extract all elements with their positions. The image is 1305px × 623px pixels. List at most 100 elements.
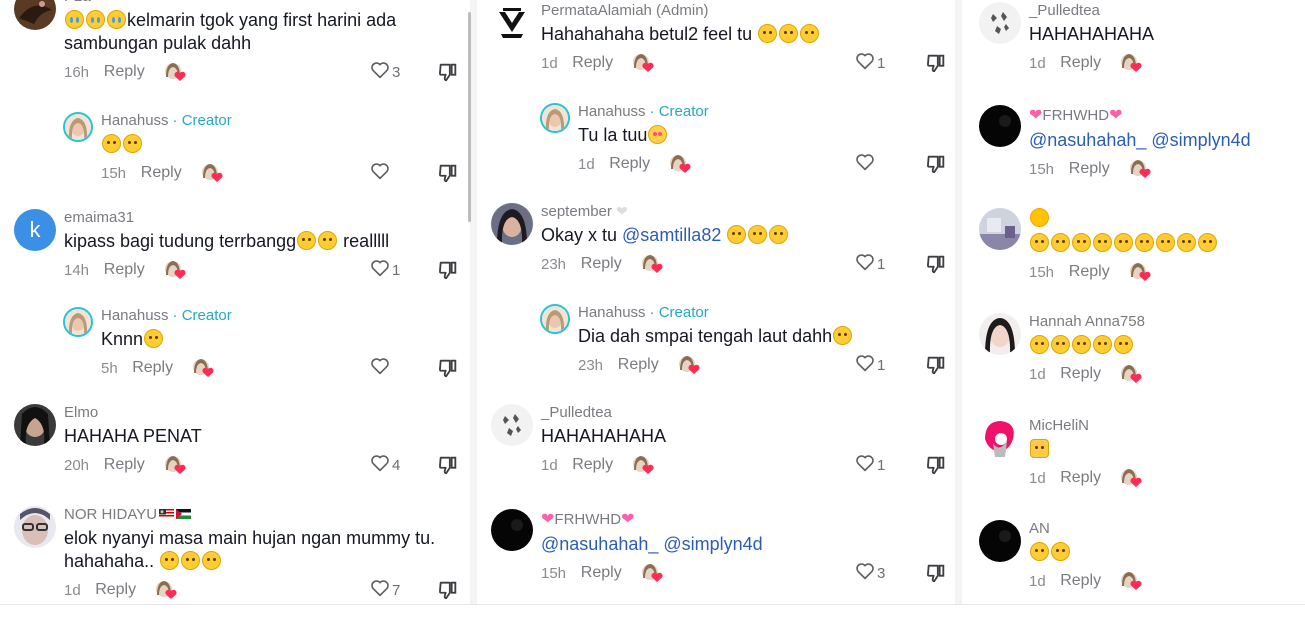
avatar[interactable] xyxy=(540,304,570,334)
reply-button[interactable]: Reply xyxy=(581,564,622,582)
avatar[interactable] xyxy=(491,203,533,245)
username[interactable]: AN xyxy=(1029,520,1050,537)
username[interactable]: Hanahuss xyxy=(578,103,646,120)
reply-button[interactable]: Reply xyxy=(104,261,145,279)
like-button[interactable]: 4 xyxy=(370,454,400,476)
text-segment: sambungan pulak dahh xyxy=(64,33,252,53)
reply-button[interactable]: Reply xyxy=(609,155,650,173)
username[interactable]: FRHWHD xyxy=(1042,107,1109,124)
avatar[interactable] xyxy=(979,417,1021,459)
avatar[interactable] xyxy=(979,2,1021,44)
username[interactable]: NOR HIDAYU xyxy=(64,506,157,523)
comment-meta: 16h Reply 3 xyxy=(64,61,457,85)
heart-outline-icon xyxy=(370,454,390,476)
username[interactable]: Hanahuss xyxy=(101,112,169,129)
avatar[interactable] xyxy=(14,0,56,30)
joy-emoji xyxy=(833,326,853,345)
username[interactable]: Hannah Anna758 xyxy=(1029,313,1145,330)
like-button[interactable]: 1 xyxy=(370,259,400,281)
mention-link[interactable]: @samtilla82 xyxy=(622,225,721,245)
like-button[interactable]: 7 xyxy=(370,579,400,601)
thumbs-down-icon[interactable] xyxy=(437,454,459,476)
thumbs-down-icon[interactable] xyxy=(437,357,459,379)
username[interactable]: Hanahuss xyxy=(578,304,646,321)
avatar[interactable] xyxy=(540,103,570,133)
thumbs-down-icon[interactable] xyxy=(925,562,947,584)
comment: AN 1d Reply xyxy=(979,520,1142,594)
avatar[interactable] xyxy=(491,404,533,446)
mention-link[interactable]: @nasuhahah_ @simplyn4d xyxy=(1029,130,1251,150)
reply-button[interactable]: Reply xyxy=(132,359,173,377)
comment-text xyxy=(1029,541,1071,564)
avatar[interactable] xyxy=(14,506,56,548)
thumbs-down-icon[interactable] xyxy=(925,52,947,74)
reply-button[interactable]: Reply xyxy=(572,54,613,72)
username[interactable]: emaima31 xyxy=(64,209,134,226)
reply-button[interactable]: Reply xyxy=(581,255,622,273)
scrollbar[interactable] xyxy=(468,12,471,222)
reply-button[interactable]: Reply xyxy=(1060,54,1101,72)
username[interactable]: Hanahuss xyxy=(101,307,169,324)
username[interactable]: P2a xyxy=(64,0,91,5)
like-button[interactable] xyxy=(855,153,877,175)
reply-button[interactable]: Reply xyxy=(1060,572,1101,590)
username[interactable]: _Pulledtea xyxy=(541,404,612,421)
reply-button[interactable]: Reply xyxy=(104,63,145,81)
rofl-emoji xyxy=(1030,542,1049,561)
avatar[interactable] xyxy=(979,313,1021,355)
reply-button[interactable]: Reply xyxy=(104,456,145,474)
white-heart-emoji: ❤ xyxy=(616,203,628,219)
thumbs-down-icon[interactable] xyxy=(925,253,947,275)
avatar[interactable] xyxy=(979,520,1021,562)
username[interactable]: FRHWHD xyxy=(554,511,621,528)
avatar[interactable] xyxy=(979,105,1021,147)
thumbs-down-icon[interactable] xyxy=(437,579,459,601)
username[interactable]: september xyxy=(541,203,612,220)
rofl-emoji xyxy=(123,134,142,153)
reply-button[interactable]: Reply xyxy=(141,164,182,182)
like-button[interactable]: 3 xyxy=(855,562,885,584)
username[interactable]: PermataAlamiah (Admin) xyxy=(541,2,709,19)
thumbs-down-icon[interactable] xyxy=(437,259,459,281)
comment-text: Tu la tuu xyxy=(578,124,709,147)
avatar[interactable] xyxy=(14,404,56,446)
reply-button[interactable]: Reply xyxy=(1069,160,1110,178)
username[interactable]: Elmo xyxy=(64,404,98,421)
reply-button[interactable]: Reply xyxy=(1060,469,1101,487)
comment-meta: 1d Reply xyxy=(1029,467,1142,491)
like-button[interactable]: 1 xyxy=(855,52,885,74)
reply-button[interactable]: Reply xyxy=(1060,365,1101,383)
avatar[interactable]: k xyxy=(14,209,56,251)
like-button[interactable]: 1 xyxy=(855,454,885,476)
like-button[interactable]: 3 xyxy=(370,61,400,83)
thumbs-down-icon[interactable] xyxy=(925,153,947,175)
reply-button[interactable]: Reply xyxy=(572,456,613,474)
like-button[interactable] xyxy=(370,357,392,379)
reply-button[interactable]: Reply xyxy=(618,356,659,374)
panel-divider xyxy=(955,0,962,604)
avatar[interactable] xyxy=(491,509,533,551)
like-button[interactable] xyxy=(370,162,392,184)
username[interactable]: MicHeliN xyxy=(1029,417,1089,434)
reply-button[interactable]: Reply xyxy=(1069,263,1110,281)
mention-link[interactable]: @nasuhahah_ @simplyn4d xyxy=(541,534,763,554)
timestamp: 1d xyxy=(1029,366,1046,383)
avatar[interactable] xyxy=(491,2,533,44)
comment-text xyxy=(1029,232,1218,255)
username[interactable]: _Pulledtea xyxy=(1029,2,1100,19)
avatar[interactable] xyxy=(979,208,1021,250)
thumbs-down-icon[interactable] xyxy=(437,162,459,184)
thumbs-down-icon[interactable] xyxy=(437,61,459,83)
timestamp: 1d xyxy=(1029,55,1046,72)
thumbs-down-icon[interactable] xyxy=(925,454,947,476)
like-button[interactable]: 1 xyxy=(855,354,885,376)
thumbs-down-icon[interactable] xyxy=(925,354,947,376)
avatar[interactable] xyxy=(63,307,93,337)
heart-outline-icon xyxy=(370,259,390,281)
comment-text: kipass bagi tudung terrbangg realllll xyxy=(64,230,389,253)
comment-text: @nasuhahah_ @simplyn4d xyxy=(1029,129,1251,152)
avatar[interactable] xyxy=(63,112,93,142)
reply-button[interactable]: Reply xyxy=(95,581,136,599)
username-row: Hanahuss · Creator xyxy=(578,103,709,120)
like-button[interactable]: 1 xyxy=(855,253,885,275)
